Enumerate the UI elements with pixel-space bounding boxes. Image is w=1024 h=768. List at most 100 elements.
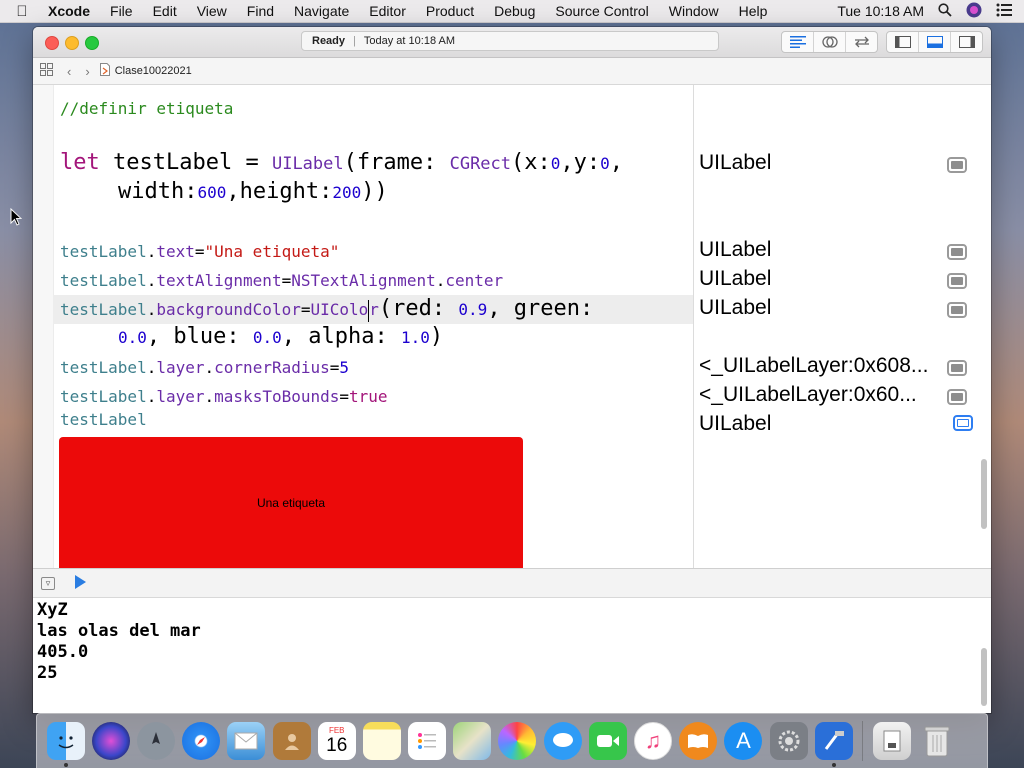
maps-icon[interactable] (453, 722, 492, 760)
notes-icon[interactable] (362, 722, 401, 760)
code-token: (frame: (343, 150, 450, 175)
siri-icon[interactable] (91, 722, 130, 760)
quick-look-button[interactable] (947, 360, 967, 376)
code-token: 1.0 (401, 328, 430, 347)
spotlight-search-icon[interactable] (938, 2, 952, 20)
result-value: UILabel (699, 151, 772, 174)
calendar-icon[interactable]: FEB 16 (317, 722, 356, 760)
code-token: let (60, 150, 100, 175)
downloads-icon[interactable] (872, 722, 911, 760)
console-output[interactable]: XyZ las olas del mar 405.0 25 (33, 598, 991, 713)
hide-debug-area-icon[interactable]: ▿ (41, 577, 55, 590)
menu-edit[interactable]: Edit (143, 3, 187, 19)
version-editor-button[interactable] (845, 32, 877, 52)
code-token: = (339, 387, 350, 406)
code-token: 200 (332, 183, 362, 202)
debug-area-toggle-icon[interactable] (918, 32, 950, 52)
code-line-2: let testLabel = UILabel(frame: CGRect(x:… (60, 149, 623, 178)
close-window-button[interactable] (45, 36, 59, 50)
menu-navigate[interactable]: Navigate (284, 3, 359, 19)
messages-icon[interactable] (543, 722, 582, 760)
siri-icon[interactable] (966, 2, 982, 21)
zoom-window-button[interactable] (85, 36, 99, 50)
code-token: testLabel (60, 410, 147, 429)
menu-view[interactable]: View (187, 3, 237, 19)
reminders-icon[interactable] (408, 722, 447, 760)
code-token: width: (118, 179, 198, 204)
code-token: 0 (550, 154, 561, 173)
navigator-toggle-icon[interactable] (887, 32, 918, 52)
facetime-icon[interactable] (588, 722, 627, 760)
itunes-icon[interactable]: ♫ (634, 722, 673, 760)
result-value: UILabel (699, 267, 772, 290)
show-result-button[interactable] (953, 415, 973, 431)
ibooks-icon[interactable] (679, 722, 718, 760)
code-line-8: testLabel.layer.cornerRadius=5 (60, 358, 349, 378)
menu-editor[interactable]: Editor (359, 3, 416, 19)
code-token: testLabel (60, 358, 147, 377)
photos-icon[interactable] (498, 722, 537, 760)
assistant-editor-button[interactable] (813, 32, 845, 52)
code-token: UIColo (310, 300, 369, 319)
mail-icon[interactable] (227, 722, 266, 760)
code-token: testLabel (60, 300, 147, 319)
code-token: = (329, 358, 340, 377)
safari-icon[interactable] (182, 722, 221, 760)
system-preferences-icon[interactable] (769, 722, 808, 760)
menu-product[interactable]: Product (416, 3, 484, 19)
panel-toggle-group (886, 31, 983, 53)
result-value: UILabel (699, 412, 772, 435)
menu-xcode[interactable]: Xcode (44, 3, 100, 19)
results-scrollbar[interactable] (981, 459, 987, 529)
quick-look-button[interactable] (947, 157, 967, 173)
code-token: . (146, 271, 157, 290)
notification-center-icon[interactable] (996, 3, 1012, 20)
code-line-3: width:600,height:200)) (118, 178, 388, 207)
menu-find[interactable]: Find (237, 3, 284, 19)
minimize-window-button[interactable] (65, 36, 79, 50)
menu-help[interactable]: Help (729, 3, 778, 19)
quick-look-button[interactable] (947, 244, 967, 260)
menu-window[interactable]: Window (659, 3, 729, 19)
menu-source-control[interactable]: Source Control (545, 3, 658, 19)
code-token: r (369, 300, 379, 319)
code-token: = (194, 242, 205, 261)
status-ready: Ready (312, 35, 346, 47)
code-editor[interactable]: //definir etiqueta let testLabel = UILab… (33, 85, 693, 568)
code-token: 0.0 (118, 328, 147, 347)
back-chevron-icon[interactable]: ‹ (67, 64, 71, 79)
forward-chevron-icon[interactable]: › (85, 64, 89, 79)
finder-icon[interactable] (46, 722, 85, 767)
contacts-icon[interactable] (272, 722, 311, 760)
breadcrumb-file[interactable]: Clase10022021 (115, 65, 192, 77)
code-token: . (146, 242, 157, 261)
code-token: , blue: (146, 324, 253, 349)
code-line-10: testLabel (60, 410, 147, 430)
quick-look-button[interactable] (947, 389, 967, 405)
code-token: = (281, 271, 292, 290)
status-separator: | (353, 35, 356, 47)
code-token: . (146, 300, 157, 319)
xcode-window: Ready | Today at 10:18 AM ‹ › Clase10022… (33, 27, 991, 713)
code-token: . (435, 271, 446, 290)
app-store-icon[interactable]: A (724, 722, 763, 760)
console-scrollbar[interactable] (981, 648, 987, 706)
menu-debug[interactable]: Debug (484, 3, 545, 19)
status-time: Today at 10:18 AM (363, 35, 456, 47)
launchpad-icon[interactable] (136, 722, 175, 760)
label-live-preview: Una etiqueta (59, 437, 523, 568)
run-playground-icon[interactable] (75, 575, 86, 589)
quick-look-button[interactable] (947, 273, 967, 289)
quick-look-button[interactable] (947, 302, 967, 318)
code-token: , green: (487, 296, 594, 321)
clock[interactable]: Tue 10:18 AM (837, 3, 924, 19)
related-items-icon[interactable] (40, 63, 53, 79)
xcode-icon[interactable] (814, 722, 853, 767)
menu-file[interactable]: File (100, 3, 143, 19)
code-token: 0 (600, 154, 610, 173)
utilities-toggle-icon[interactable] (950, 32, 982, 52)
apple-icon[interactable]:  (0, 3, 44, 20)
standard-editor-button[interactable] (782, 32, 813, 52)
activity-status: Ready | Today at 10:18 AM (301, 31, 719, 51)
trash-icon[interactable] (918, 722, 956, 760)
